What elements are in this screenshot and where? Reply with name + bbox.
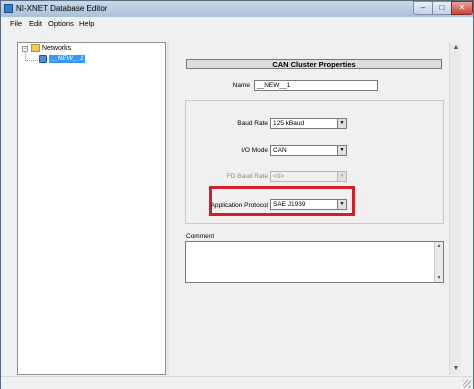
app-icon: [4, 4, 13, 13]
chevron-down-icon: ▼: [337, 172, 346, 181]
comment-label: Comment: [186, 233, 215, 240]
networks-folder-icon: [31, 44, 40, 52]
io-mode-value: CAN: [273, 147, 287, 154]
maximize-button[interactable]: □: [432, 1, 452, 15]
baud-rate-value: 125 kBaud: [273, 120, 305, 127]
baud-rate-dropdown[interactable]: 125 kBaud ▼: [270, 118, 347, 129]
chevron-down-icon[interactable]: ▼: [337, 200, 346, 209]
close-button[interactable]: ✕: [451, 1, 473, 15]
application-protocol-dropdown[interactable]: SAE J1939 ▼: [270, 199, 347, 210]
app-window: NI-XNET Database Editor ‒ □ ✕ File Edit …: [0, 0, 474, 389]
properties-scrollbar[interactable]: ▲ ▼: [449, 42, 461, 375]
menu-options[interactable]: Options: [48, 19, 74, 28]
application-protocol-value: SAE J1939: [273, 201, 306, 208]
chevron-down-icon[interactable]: ▼: [337, 146, 346, 155]
cluster-properties-header: CAN Cluster Properties: [186, 59, 442, 69]
baud-rate-label: Baud Rate: [237, 120, 268, 127]
resize-grip-icon[interactable]: [463, 380, 471, 388]
title-bar[interactable]: NI-XNET Database Editor ‒ □ ✕: [1, 1, 473, 17]
tree-item-new-cluster[interactable]: __NEW__1: [49, 55, 85, 63]
chevron-down-icon[interactable]: ▼: [337, 119, 346, 128]
fd-baud-rate-value: <0>: [273, 173, 285, 180]
scroll-down-icon[interactable]: ▼: [451, 364, 461, 374]
menu-edit[interactable]: Edit: [29, 19, 42, 28]
scroll-up-icon[interactable]: ▲: [435, 242, 443, 250]
status-bar: [1, 376, 473, 389]
menu-help[interactable]: Help: [79, 19, 94, 28]
fd-baud-rate-dropdown: <0> ▼: [270, 171, 347, 182]
comment-textarea[interactable]: ▲ ▼: [185, 241, 444, 283]
fd-baud-rate-label: FD Baud Rate: [226, 173, 268, 180]
cluster-node-icon: [39, 55, 47, 63]
scroll-up-icon[interactable]: ▲: [451, 43, 461, 53]
menu-file[interactable]: File: [10, 19, 22, 28]
network-tree[interactable]: − Networks __NEW__1: [17, 42, 166, 375]
tree-connector: [26, 60, 38, 61]
io-mode-label: I/O Mode: [241, 147, 268, 154]
application-protocol-label: Application Protocol: [210, 202, 268, 209]
scroll-down-icon[interactable]: ▼: [435, 274, 443, 282]
name-label: Name: [232, 82, 250, 89]
menu-bar: File Edit Options Help: [1, 17, 473, 29]
io-mode-dropdown[interactable]: CAN ▼: [270, 145, 347, 156]
minimize-button[interactable]: ‒: [413, 1, 433, 15]
tree-item-networks[interactable]: Networks: [42, 45, 71, 52]
window-title: NI-XNET Database Editor: [16, 4, 108, 13]
pane-splitter[interactable]: [167, 42, 169, 375]
name-field[interactable]: __NEW__1: [254, 80, 378, 91]
comment-scrollbar[interactable]: ▲ ▼: [434, 242, 443, 282]
